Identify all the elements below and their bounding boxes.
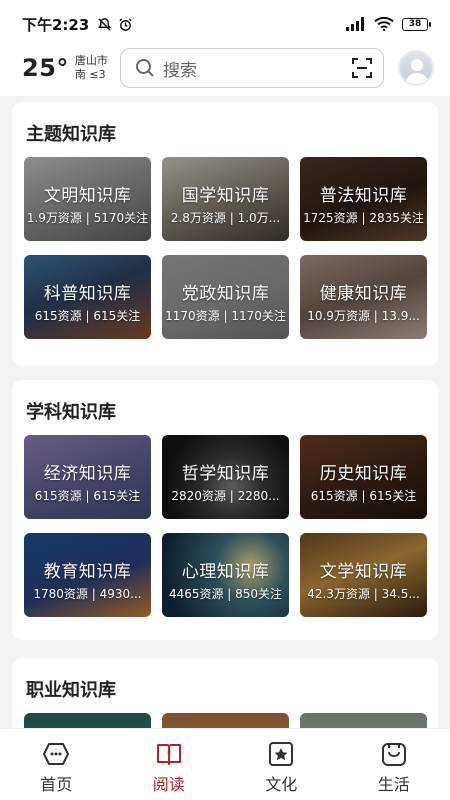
- search-bar[interactable]: 搜索: [120, 48, 384, 88]
- nav-label: 生活: [377, 775, 410, 794]
- search-icon: [136, 59, 154, 77]
- library-card-name: 健康知识库: [319, 284, 408, 304]
- nav-culture[interactable]: 文化: [225, 729, 338, 800]
- book-icon: [156, 744, 181, 765]
- library-card-stats: 10.9万资源 | 13.9...: [307, 309, 420, 323]
- library-card[interactable]: 历史知识库 615资源 | 615关注: [300, 435, 427, 519]
- header: 25° 唐山市 南 ≤3 搜索: [0, 40, 450, 96]
- scan-icon[interactable]: [351, 57, 373, 79]
- section-subject: 学科知识库 经济知识库 615资源 | 615关注 哲学知识库 2820资源 | 2…: [12, 380, 438, 640]
- section-theme: 主题知识库 文明知识库 1.9万资源 | 5170关注 国学知识库 2.8万资源 |…: [12, 102, 438, 366]
- library-card-stats: 1.9万资源 | 5170关注: [26, 211, 149, 225]
- knowledge-library-list[interactable]: 主题知识库 文明知识库 1.9万资源 | 5170关注 国学知识库 2.8万资源 |…: [0, 96, 450, 728]
- home-icon: [43, 743, 70, 765]
- library-card-stats: 615资源 | 615关注: [34, 309, 141, 323]
- status-time: 下午2:23: [22, 15, 90, 34]
- bottom-nav: 首页 阅读 文化 生活: [0, 728, 450, 800]
- library-card-name: 历史知识库: [319, 464, 408, 484]
- library-card-name: 文明知识库: [43, 186, 132, 206]
- library-card[interactable]: [300, 713, 427, 728]
- section-career: 职业知识库: [12, 658, 438, 728]
- library-card-stats: 615资源 | 615关注: [310, 489, 417, 503]
- nav-read[interactable]: 阅读: [113, 729, 226, 800]
- nav-home[interactable]: 首页: [0, 729, 113, 800]
- nav-label: 阅读: [152, 775, 185, 794]
- library-card[interactable]: 心理知识库 4465资源 | 850关注: [162, 533, 289, 617]
- library-card-name: 文学知识库: [319, 562, 408, 582]
- wind-info: 南 ≤3: [74, 68, 106, 81]
- library-card-stats: 4465资源 | 850关注: [168, 587, 283, 601]
- library-card-stats: 615资源 | 615关注: [34, 489, 141, 503]
- city-name: 唐山市: [74, 54, 108, 67]
- library-card[interactable]: 文学知识库 42.3万资源 | 34.5...: [300, 533, 427, 617]
- library-card[interactable]: 哲学知识库 2820资源 | 2280...: [162, 435, 289, 519]
- signal-icon: [346, 17, 364, 31]
- weather-widget[interactable]: 25° 唐山市 南 ≤3: [22, 54, 114, 82]
- library-card[interactable]: 党政知识库 1170资源 | 1170关注: [162, 255, 289, 339]
- smile-bag-icon: [381, 743, 406, 766]
- wifi-icon: [374, 17, 394, 31]
- search-placeholder: 搜索: [163, 60, 197, 81]
- library-card-stats: 2820资源 | 2280...: [171, 489, 280, 503]
- section-title: 学科知识库: [26, 402, 116, 423]
- star-icon: [269, 742, 294, 766]
- library-card-name: 教育知识库: [43, 562, 132, 582]
- library-card-name: 科普知识库: [43, 284, 132, 304]
- library-card-name: 党政知识库: [181, 284, 270, 304]
- library-card[interactable]: [24, 713, 151, 728]
- mute-bell-icon: [98, 17, 112, 31]
- library-card-name: 国学知识库: [181, 186, 270, 206]
- library-card[interactable]: 普法知识库 1725资源 | 2835关注: [300, 157, 427, 241]
- section-title: 主题知识库: [26, 124, 116, 145]
- library-card-stats: 2.8万资源 | 1.0万...: [170, 211, 281, 225]
- library-card[interactable]: 科普知识库 615资源 | 615关注: [24, 255, 151, 339]
- nav-label: 首页: [40, 775, 73, 794]
- nav-label: 文化: [265, 775, 298, 794]
- library-card-stats: 42.3万资源 | 34.5...: [307, 587, 420, 601]
- library-card-stats: 1780资源 | 4930...: [33, 587, 142, 601]
- library-card[interactable]: 国学知识库 2.8万资源 | 1.0万...: [162, 157, 289, 241]
- avatar[interactable]: [398, 50, 434, 86]
- library-card[interactable]: 健康知识库 10.9万资源 | 13.9...: [300, 255, 427, 339]
- library-card[interactable]: 经济知识库 615资源 | 615关注: [24, 435, 151, 519]
- library-card-name: 心理知识库: [181, 562, 270, 582]
- library-card[interactable]: 教育知识库 1780资源 | 4930...: [24, 533, 151, 617]
- library-card-name: 哲学知识库: [181, 464, 270, 484]
- temperature: 25°: [22, 54, 69, 82]
- nav-life[interactable]: 生活: [338, 729, 450, 800]
- library-card-stats: 1725资源 | 2835关注: [303, 211, 424, 225]
- battery-icon: 38: [402, 17, 431, 31]
- library-card[interactable]: [162, 713, 289, 728]
- library-card[interactable]: 文明知识库 1.9万资源 | 5170关注: [24, 157, 151, 241]
- library-card-stats: 1170资源 | 1170关注: [165, 309, 286, 323]
- library-card-name: 普法知识库: [319, 186, 408, 206]
- library-card-name: 经济知识库: [43, 464, 132, 484]
- alarm-icon: [119, 17, 132, 31]
- section-title: 职业知识库: [26, 680, 116, 701]
